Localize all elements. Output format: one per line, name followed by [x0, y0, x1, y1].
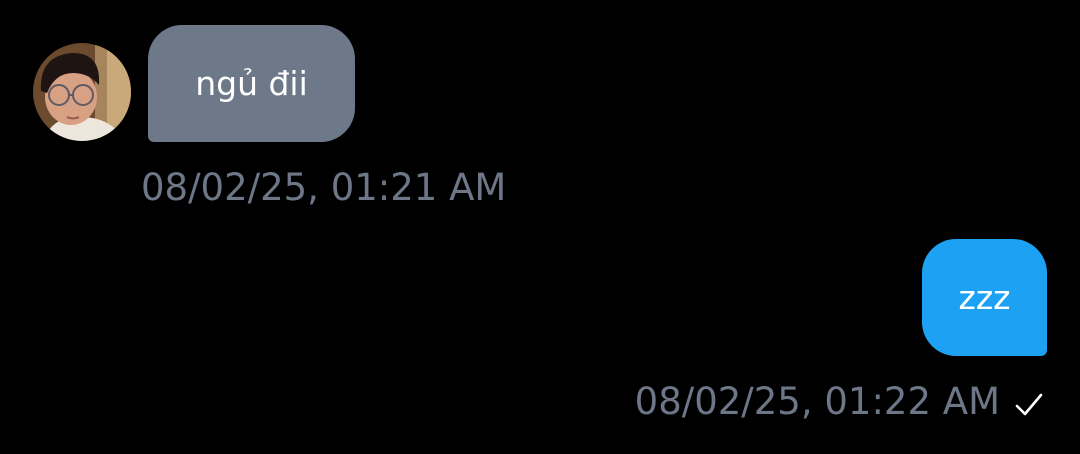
outgoing-message-text: zzz [958, 278, 1011, 317]
incoming-message-timestamp: 08/02/25, 01:21 AM [141, 166, 507, 209]
outgoing-message-timestamp: 08/02/25, 01:22 AM [634, 380, 1000, 423]
incoming-message-text: ngủ đii [195, 64, 308, 103]
avatar-photo [33, 43, 131, 141]
checkmark-icon [1015, 393, 1043, 416]
incoming-message-bubble[interactable]: ngủ đii [148, 25, 355, 142]
outgoing-message-bubble[interactable]: zzz [922, 239, 1047, 356]
avatar[interactable] [33, 43, 131, 141]
